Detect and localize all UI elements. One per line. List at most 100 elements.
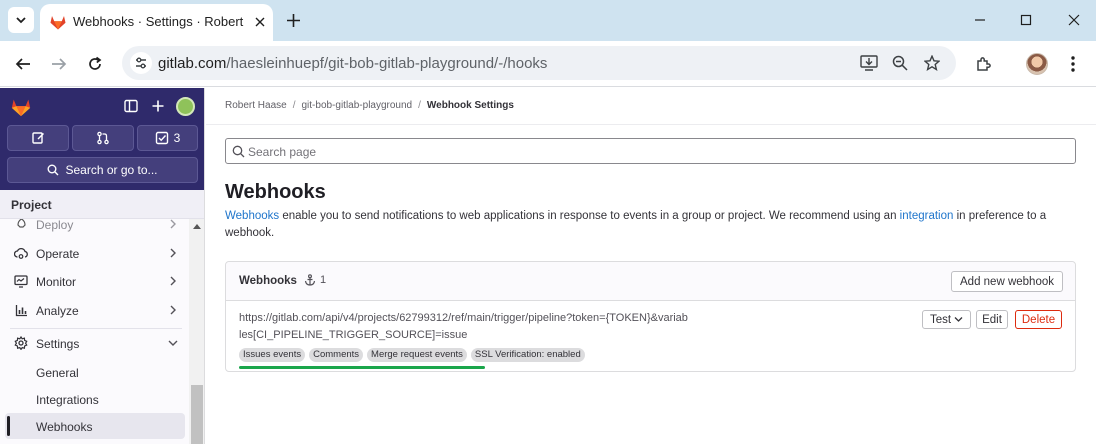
close-icon (1068, 14, 1080, 26)
maximize-button[interactable] (1011, 6, 1041, 34)
todo-check-icon (155, 131, 168, 145)
site-info-icon[interactable] (130, 52, 152, 74)
close-window-button[interactable] (1059, 6, 1089, 34)
install-app-icon[interactable] (858, 52, 880, 74)
sidebar-toggle-icon[interactable] (121, 96, 141, 116)
sidebar-item-webhooks[interactable]: Webhooks (5, 413, 185, 439)
main-content: Robert Haase / git-bob-gitlab-playground… (206, 88, 1096, 444)
merge-request-icon (97, 131, 109, 145)
issues-counter-button[interactable] (7, 125, 69, 151)
webhooks-count: 1 (304, 274, 326, 286)
minimize-button[interactable] (965, 6, 995, 34)
webhooks-help-link[interactable]: Webhooks (225, 210, 279, 222)
badge-issues-events: Issues events (239, 348, 306, 362)
url-host: gitlab.com (158, 55, 227, 72)
reload-button[interactable] (81, 50, 109, 78)
settings-gear-icon (14, 336, 28, 350)
browser-tab-active[interactable]: Webhooks · Settings · Robert H (40, 4, 273, 41)
badge-comments: Comments (309, 348, 364, 362)
sidebar-item-operate[interactable]: Operate (5, 240, 185, 266)
breadcrumb-separator: / (418, 100, 421, 111)
edit-webhook-button[interactable]: Edit (976, 310, 1008, 329)
gitlab-sidebar: 3 Search or go to... Project Deploy Oper… (0, 88, 205, 444)
sidebar-divider (10, 328, 182, 329)
tab-search-button[interactable] (8, 7, 34, 33)
gitlab-logo-icon[interactable] (10, 96, 32, 118)
sidebar-item-analyze[interactable]: Analyze (5, 297, 185, 323)
profile-picture (1026, 53, 1048, 75)
rocket-icon (14, 219, 28, 231)
sidebar-item-settings[interactable]: Settings (5, 330, 185, 356)
breadcrumb-owner[interactable]: Robert Haase (225, 100, 287, 111)
page-search-box (225, 138, 1076, 164)
minimize-icon (975, 19, 985, 21)
page-search-input[interactable] (248, 143, 1048, 160)
merge-requests-counter-button[interactable] (72, 125, 134, 151)
monitor-icon (14, 274, 28, 288)
issues-icon (32, 132, 44, 144)
maximize-icon (1020, 14, 1032, 26)
tab-title: Webhooks · Settings · Robert H (73, 14, 245, 29)
browser-menu-button[interactable] (1059, 50, 1087, 78)
user-avatar[interactable] (176, 97, 195, 116)
back-button[interactable] (9, 50, 37, 78)
create-new-plus-icon[interactable] (148, 96, 168, 116)
chevron-right-icon (166, 303, 180, 317)
url-path: /haesleinhuepf/git-bob-gitlab-playground… (226, 55, 548, 72)
chart-icon (14, 303, 28, 317)
webhooks-count-value: 1 (320, 274, 327, 286)
todos-count: 3 (173, 131, 181, 145)
add-new-webhook-button[interactable]: Add new webhook (951, 271, 1063, 292)
badge-ssl-verification: SSL Verification: enabled (470, 348, 585, 362)
sidebar-item-general[interactable]: General (5, 359, 185, 385)
more-vertical-icon (1071, 56, 1075, 72)
sidebar-item-label: Webhooks (36, 420, 93, 434)
scroll-up-arrow-icon[interactable] (193, 224, 201, 229)
sidebar-item-label: Settings (36, 337, 80, 351)
breadcrumb-divider (206, 124, 1096, 125)
search-icon (47, 164, 59, 176)
sidebar-item-monitor[interactable]: Monitor (5, 268, 185, 294)
chevron-right-icon (166, 246, 180, 260)
sidebar-item-deploy[interactable]: Deploy (5, 219, 185, 237)
extensions-icon[interactable] (969, 50, 997, 78)
address-bar[interactable]: gitlab.com/haesleinhuepf/git-bob-gitlab-… (122, 46, 956, 80)
new-tab-button[interactable] (281, 8, 305, 32)
breadcrumb: Robert Haase / git-bob-gitlab-playground… (225, 100, 514, 111)
cloud-gear-icon (14, 246, 28, 260)
sidebar-item-label: Integrations (36, 393, 99, 407)
sidebar-section-label: Project (11, 198, 52, 212)
breadcrumb-project[interactable]: git-bob-gitlab-playground (301, 100, 412, 111)
badge-merge-request-events: Merge request events (367, 348, 467, 362)
bookmark-star-icon[interactable] (921, 52, 943, 74)
anchor-hook-icon (304, 274, 316, 286)
integration-link[interactable]: integration (900, 210, 954, 222)
test-webhook-dropdown[interactable]: Test (922, 310, 971, 329)
description-text: enable you to send notifications to web … (279, 210, 900, 222)
delete-webhook-button[interactable]: Delete (1015, 310, 1062, 329)
sidebar-search-button[interactable]: Search or go to... (7, 157, 198, 183)
plus-icon (286, 13, 300, 27)
reload-icon (89, 56, 102, 70)
sidebar-header: 3 Search or go to... (0, 88, 204, 190)
test-label: Test (929, 313, 952, 326)
sidebar-scrollbar-thumb[interactable] (191, 385, 203, 444)
zoom-icon[interactable] (889, 52, 911, 74)
sidebar-search-label: Search or go to... (65, 163, 158, 177)
arrow-right-icon (52, 58, 67, 70)
sidebar-item-integrations[interactable]: Integrations (5, 386, 185, 412)
webhooks-card: Webhooks 1 Add new webhook https://gitla… (225, 261, 1076, 372)
forward-button[interactable] (45, 50, 73, 78)
arrow-left-icon (15, 58, 30, 70)
chevron-down-icon (16, 17, 26, 24)
browser-tab-bar: Webhooks · Settings · Robert H (0, 0, 1096, 41)
tab-close-icon[interactable] (250, 12, 270, 32)
sidebar-scrollbar[interactable] (189, 219, 204, 444)
search-icon (232, 145, 245, 158)
todos-counter-button[interactable]: 3 (137, 125, 198, 151)
page-title: Webhooks (225, 181, 326, 203)
sidebar-item-label: Operate (36, 247, 80, 261)
breadcrumb-current[interactable]: Webhook Settings (427, 100, 514, 111)
sidebar-item-label: Deploy (36, 219, 74, 232)
profile-avatar[interactable] (1023, 50, 1051, 78)
